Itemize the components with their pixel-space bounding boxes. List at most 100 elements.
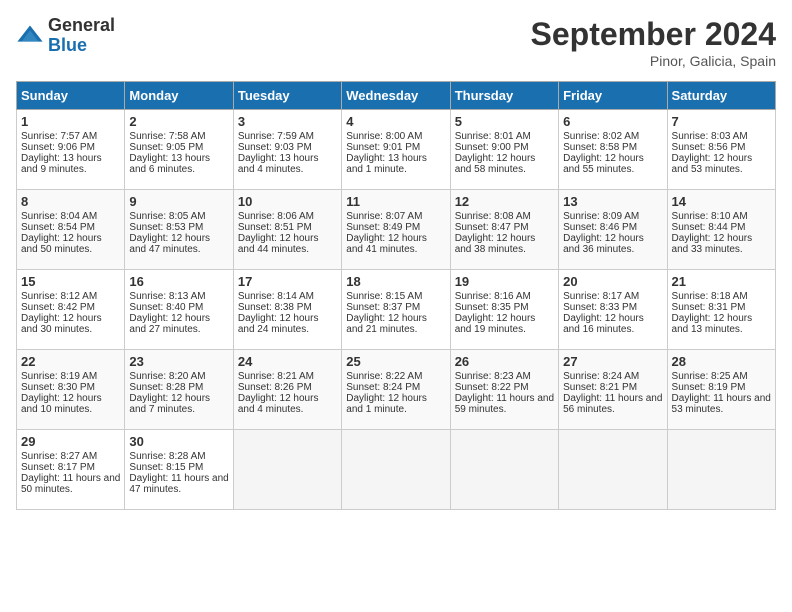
sunrise-label: Sunrise: 8:03 AM [672, 131, 748, 142]
daylight-label: Daylight: 13 hours and 4 minutes. [238, 153, 319, 175]
day-number: 10 [238, 194, 337, 209]
daylight-label: Daylight: 12 hours and 10 minutes. [21, 393, 102, 415]
daylight-label: Daylight: 12 hours and 4 minutes. [238, 393, 319, 415]
daylight-label: Daylight: 12 hours and 41 minutes. [346, 233, 427, 255]
sunrise-label: Sunrise: 8:08 AM [455, 211, 531, 222]
sunset-label: Sunset: 8:33 PM [563, 302, 637, 313]
daylight-label: Daylight: 12 hours and 47 minutes. [129, 233, 210, 255]
sunrise-label: Sunrise: 8:09 AM [563, 211, 639, 222]
table-row: 30Sunrise: 8:28 AMSunset: 8:15 PMDayligh… [125, 430, 233, 510]
sunrise-label: Sunrise: 8:01 AM [455, 131, 531, 142]
sunset-label: Sunset: 8:30 PM [21, 382, 95, 393]
day-number: 19 [455, 274, 554, 289]
sunrise-label: Sunrise: 8:17 AM [563, 291, 639, 302]
table-row: 8Sunrise: 8:04 AMSunset: 8:54 PMDaylight… [17, 190, 125, 270]
daylight-label: Daylight: 11 hours and 53 minutes. [672, 393, 771, 415]
table-row: 6Sunrise: 8:02 AMSunset: 8:58 PMDaylight… [559, 110, 667, 190]
daylight-label: Daylight: 12 hours and 24 minutes. [238, 313, 319, 335]
day-number: 22 [21, 354, 120, 369]
sunset-label: Sunset: 8:49 PM [346, 222, 420, 233]
calendar-week-4: 22Sunrise: 8:19 AMSunset: 8:30 PMDayligh… [17, 350, 776, 430]
sunset-label: Sunset: 8:15 PM [129, 462, 203, 473]
daylight-label: Daylight: 12 hours and 13 minutes. [672, 313, 753, 335]
calendar-table: Sunday Monday Tuesday Wednesday Thursday… [16, 81, 776, 510]
daylight-label: Daylight: 12 hours and 19 minutes. [455, 313, 536, 335]
sunrise-label: Sunrise: 8:22 AM [346, 371, 422, 382]
day-number: 6 [563, 114, 662, 129]
sunset-label: Sunset: 8:21 PM [563, 382, 637, 393]
table-row: 3Sunrise: 7:59 AMSunset: 9:03 PMDaylight… [233, 110, 341, 190]
sunset-label: Sunset: 8:42 PM [21, 302, 95, 313]
sunrise-label: Sunrise: 8:18 AM [672, 291, 748, 302]
logo-blue: Blue [48, 35, 87, 55]
logo: General Blue [16, 16, 115, 56]
col-friday: Friday [559, 82, 667, 110]
table-row [667, 430, 775, 510]
logo-icon [16, 22, 44, 50]
day-number: 1 [21, 114, 120, 129]
day-number: 30 [129, 434, 228, 449]
sunset-label: Sunset: 8:46 PM [563, 222, 637, 233]
day-number: 7 [672, 114, 771, 129]
table-row: 21Sunrise: 8:18 AMSunset: 8:31 PMDayligh… [667, 270, 775, 350]
col-saturday: Saturday [667, 82, 775, 110]
sunrise-label: Sunrise: 8:06 AM [238, 211, 314, 222]
table-row: 29Sunrise: 8:27 AMSunset: 8:17 PMDayligh… [17, 430, 125, 510]
day-number: 14 [672, 194, 771, 209]
sunset-label: Sunset: 8:37 PM [346, 302, 420, 313]
daylight-label: Daylight: 12 hours and 27 minutes. [129, 313, 210, 335]
daylight-label: Daylight: 12 hours and 55 minutes. [563, 153, 644, 175]
sunrise-label: Sunrise: 8:20 AM [129, 371, 205, 382]
table-row: 25Sunrise: 8:22 AMSunset: 8:24 PMDayligh… [342, 350, 450, 430]
sunset-label: Sunset: 8:17 PM [21, 462, 95, 473]
daylight-label: Daylight: 12 hours and 1 minute. [346, 393, 427, 415]
header-row: Sunday Monday Tuesday Wednesday Thursday… [17, 82, 776, 110]
calendar-week-5: 29Sunrise: 8:27 AMSunset: 8:17 PMDayligh… [17, 430, 776, 510]
table-row [450, 430, 558, 510]
day-number: 12 [455, 194, 554, 209]
sunset-label: Sunset: 8:51 PM [238, 222, 312, 233]
sunrise-label: Sunrise: 8:21 AM [238, 371, 314, 382]
sunset-label: Sunset: 9:03 PM [238, 142, 312, 153]
sunrise-label: Sunrise: 8:15 AM [346, 291, 422, 302]
daylight-label: Daylight: 11 hours and 59 minutes. [455, 393, 554, 415]
table-row: 12Sunrise: 8:08 AMSunset: 8:47 PMDayligh… [450, 190, 558, 270]
table-row: 15Sunrise: 8:12 AMSunset: 8:42 PMDayligh… [17, 270, 125, 350]
table-row: 2Sunrise: 7:58 AMSunset: 9:05 PMDaylight… [125, 110, 233, 190]
sunrise-label: Sunrise: 8:19 AM [21, 371, 97, 382]
sunset-label: Sunset: 8:35 PM [455, 302, 529, 313]
sunset-label: Sunset: 8:56 PM [672, 142, 746, 153]
sunset-label: Sunset: 8:40 PM [129, 302, 203, 313]
page-header: General Blue September 2024 Pinor, Galic… [16, 16, 776, 69]
day-number: 17 [238, 274, 337, 289]
table-row [559, 430, 667, 510]
day-number: 24 [238, 354, 337, 369]
sunrise-label: Sunrise: 8:28 AM [129, 451, 205, 462]
daylight-label: Daylight: 12 hours and 21 minutes. [346, 313, 427, 335]
day-number: 18 [346, 274, 445, 289]
sunset-label: Sunset: 8:22 PM [455, 382, 529, 393]
day-number: 2 [129, 114, 228, 129]
sunrise-label: Sunrise: 8:25 AM [672, 371, 748, 382]
calendar-week-1: 1Sunrise: 7:57 AMSunset: 9:06 PMDaylight… [17, 110, 776, 190]
day-number: 8 [21, 194, 120, 209]
daylight-label: Daylight: 12 hours and 38 minutes. [455, 233, 536, 255]
sunset-label: Sunset: 8:58 PM [563, 142, 637, 153]
day-number: 16 [129, 274, 228, 289]
location: Pinor, Galicia, Spain [531, 53, 776, 69]
table-row: 28Sunrise: 8:25 AMSunset: 8:19 PMDayligh… [667, 350, 775, 430]
day-number: 13 [563, 194, 662, 209]
daylight-label: Daylight: 12 hours and 44 minutes. [238, 233, 319, 255]
day-number: 26 [455, 354, 554, 369]
col-sunday: Sunday [17, 82, 125, 110]
sunset-label: Sunset: 8:26 PM [238, 382, 312, 393]
day-number: 25 [346, 354, 445, 369]
table-row: 5Sunrise: 8:01 AMSunset: 9:00 PMDaylight… [450, 110, 558, 190]
daylight-label: Daylight: 12 hours and 58 minutes. [455, 153, 536, 175]
table-row: 23Sunrise: 8:20 AMSunset: 8:28 PMDayligh… [125, 350, 233, 430]
col-wednesday: Wednesday [342, 82, 450, 110]
day-number: 29 [21, 434, 120, 449]
sunset-label: Sunset: 8:19 PM [672, 382, 746, 393]
daylight-label: Daylight: 13 hours and 9 minutes. [21, 153, 102, 175]
sunrise-label: Sunrise: 8:13 AM [129, 291, 205, 302]
